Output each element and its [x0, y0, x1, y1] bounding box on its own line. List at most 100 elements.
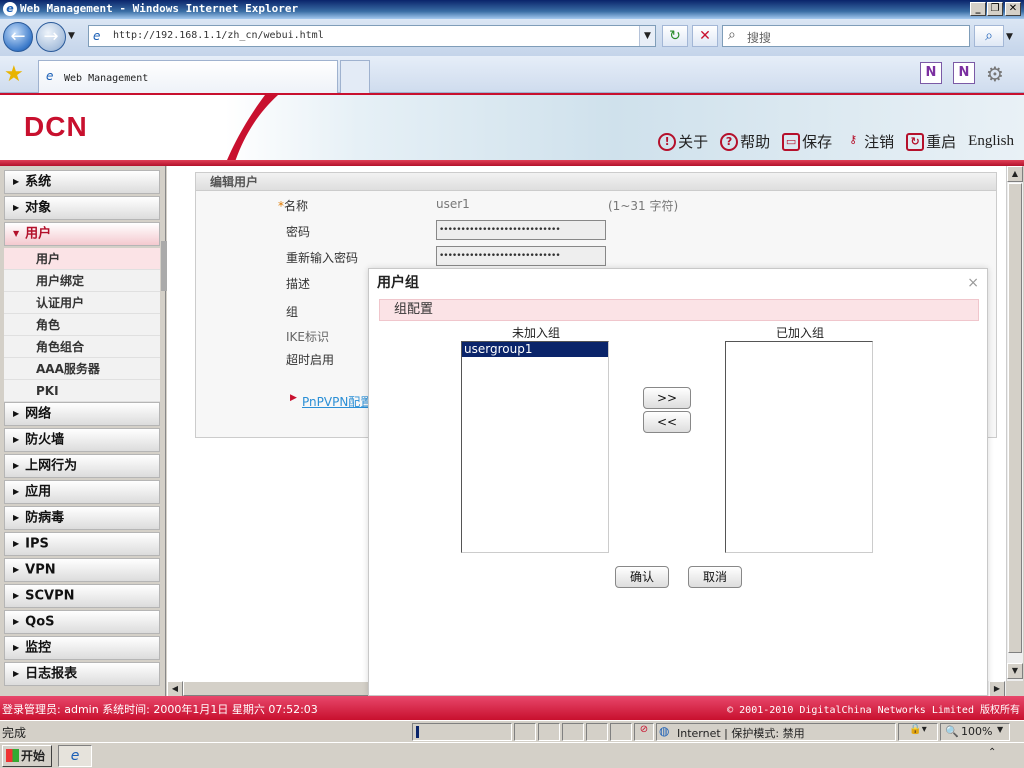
name-value[interactable]: user1 — [436, 197, 470, 211]
address-bar[interactable]: e http://192.168.1.1/zh_cn/webui.html ▼ — [88, 25, 656, 47]
tools-gear-icon[interactable]: ⚙ — [986, 62, 1004, 86]
zoom-control[interactable]: 🔍 100% ▼ — [940, 723, 1010, 741]
back-arrow-icon[interactable]: ← — [3, 22, 33, 52]
tab-web-management[interactable]: e Web Management — [38, 60, 338, 93]
copyright: © 2001-2010 DigitalChina Networks Limite… — [727, 705, 1020, 716]
tray-expand-icon[interactable]: ⌃ — [988, 747, 996, 758]
status-section — [514, 723, 536, 741]
magnifier-icon: ⌕ — [728, 27, 736, 43]
favorites-star-icon[interactable]: ★ — [4, 62, 24, 87]
minimize-button[interactable]: _ — [970, 2, 986, 16]
address-dropdown-icon[interactable]: ▼ — [639, 26, 655, 46]
zone-text: Internet | 保护模式: 禁用 — [677, 727, 805, 740]
scroll-thumb[interactable] — [1008, 183, 1022, 653]
caret-right-icon: ▶ — [13, 461, 20, 470]
name-label: *名称 — [278, 199, 309, 213]
joined-groups-header: 已加入组 — [775, 326, 824, 340]
forward-arrow-icon[interactable]: → — [36, 22, 66, 52]
progress-indicator — [416, 726, 419, 738]
start-button[interactable]: 开始 — [2, 745, 52, 767]
sidebar-sub-user-binding[interactable]: 用户绑定 — [4, 270, 160, 292]
sidebar-item-application[interactable]: ▶ 应用 — [4, 480, 160, 504]
sidebar-label: SCVPN — [25, 588, 75, 604]
sidebar-item-ips[interactable]: ▶ IPS — [4, 532, 160, 556]
sidebar-label: 上网行为 — [25, 458, 78, 474]
sidebar-label: QoS — [25, 614, 55, 630]
sidebar-sub-aaa-server[interactable]: AAA服务器 — [4, 358, 160, 380]
sidebar-sub-user[interactable]: 用户 — [4, 248, 160, 270]
status-section — [562, 723, 584, 741]
progress-section — [412, 723, 512, 741]
sidebar-item-log-report[interactable]: ▶ 日志报表 — [4, 662, 160, 686]
new-tab-button[interactable] — [340, 60, 370, 93]
page-header: DCN ! 关于 ? 帮助 ▭ 保存 ⚷ 注销 ↻ 重启 English — [0, 93, 1024, 165]
sidebar-label: IPS — [25, 536, 49, 552]
remove-group-button[interactable]: << — [643, 411, 691, 433]
history-dropdown-icon[interactable]: ▼ — [68, 31, 75, 41]
sidebar-item-network[interactable]: ▶ 网络 — [4, 402, 160, 426]
joined-groups-list[interactable] — [725, 341, 873, 553]
help-button[interactable]: ? 帮助 — [720, 131, 770, 152]
password-field[interactable]: •••••••••••••••••••••••••••• — [436, 220, 606, 240]
time-value: 2000年1月1日 星期六 07:52:03 — [153, 703, 318, 716]
stop-icon[interactable]: ✕ — [692, 25, 718, 47]
logout-label: 注销 — [864, 133, 895, 151]
login-user: admin — [64, 703, 99, 716]
sidebar-item-monitor[interactable]: ▶ 监控 — [4, 636, 160, 660]
close-window-button[interactable]: ✕ — [1005, 2, 1021, 16]
sidebar-sub-role[interactable]: 角色 — [4, 314, 160, 336]
unjoined-groups-list[interactable]: usergroup1 — [461, 341, 609, 553]
repassword-field[interactable]: •••••••••••••••••••••••••••• — [436, 246, 606, 266]
taskbar: 开始 e ⌃ — [0, 742, 1024, 768]
zoom-icon: 🔍 — [945, 725, 959, 738]
info-icon: ! — [658, 132, 677, 151]
status-section — [538, 723, 560, 741]
sidebar-item-internet-behavior[interactable]: ▶ 上网行为 — [4, 454, 160, 478]
sidebar-item-object[interactable]: ▶ 对象 — [4, 196, 160, 220]
onenote-send-icon[interactable]: N — [953, 62, 975, 84]
scroll-down-icon[interactable]: ▼ — [1007, 663, 1023, 679]
sidebar-sub-pki[interactable]: PKI — [4, 380, 160, 402]
save-label: 保存 — [802, 133, 833, 151]
vertical-scrollbar[interactable]: ▲ ▼ — [1006, 166, 1023, 681]
sidebar-item-firewall[interactable]: ▶ 防火墙 — [4, 428, 160, 452]
search-options-icon[interactable]: ▼ — [1006, 32, 1013, 42]
cancel-button[interactable]: 取消 — [688, 566, 742, 588]
scroll-up-icon[interactable]: ▲ — [1007, 166, 1023, 182]
security-lock-icon[interactable]: 🔒▾ — [898, 723, 938, 741]
scroll-right-icon[interactable]: ▶ — [989, 681, 1005, 697]
restart-button[interactable]: ↻ 重启 — [906, 131, 956, 152]
logout-button[interactable]: ⚷ 注销 — [844, 131, 894, 152]
sidebar-item-system[interactable]: ▶ 系统 — [4, 170, 160, 194]
sidebar-item-scvpn[interactable]: ▶ SCVPN — [4, 584, 160, 608]
list-item[interactable]: usergroup1 — [462, 342, 608, 357]
english-link[interactable]: English — [968, 131, 1014, 152]
refresh-icon[interactable]: ↻ — [662, 25, 688, 47]
about-button[interactable]: ! 关于 — [658, 131, 708, 152]
search-button[interactable]: ⌕ — [974, 25, 1004, 47]
status-section — [586, 723, 608, 741]
zone-section[interactable]: ◍ Internet | 保护模式: 禁用 — [656, 723, 896, 741]
sidebar-sub-auth-user[interactable]: 认证用户 — [4, 292, 160, 314]
scroll-left-icon[interactable]: ◀ — [167, 681, 183, 697]
sidebar-sub-role-combo[interactable]: 角色组合 — [4, 336, 160, 358]
window-title-bar[interactable]: e Web Management - Windows Internet Expl… — [0, 0, 1024, 19]
search-input[interactable]: ⌕ 搜搜 — [722, 25, 970, 47]
unjoined-groups-header: 未加入组 — [511, 326, 560, 340]
ie-taskbar-button[interactable]: e — [58, 745, 92, 767]
caret-right-icon: ▶ — [13, 539, 20, 548]
caret-right-icon: ▶ — [13, 591, 20, 600]
sidebar-item-antivirus[interactable]: ▶ 防病毒 — [4, 506, 160, 530]
sidebar-item-qos[interactable]: ▶ QoS — [4, 610, 160, 634]
pnpvpn-link[interactable]: PnPVPN配置 — [302, 393, 372, 410]
save-button[interactable]: ▭ 保存 — [782, 131, 832, 152]
close-icon[interactable]: × — [967, 275, 979, 291]
onenote-icon[interactable]: N — [920, 62, 942, 84]
add-group-button[interactable]: >> — [643, 387, 691, 409]
confirm-button[interactable]: 确认 — [615, 566, 669, 588]
sidebar-item-vpn[interactable]: ▶ VPN — [4, 558, 160, 582]
maximize-button[interactable]: ❐ — [987, 2, 1003, 16]
sidebar-item-user[interactable]: ▼ 用户 — [4, 222, 160, 246]
sidebar-label: 防病毒 — [25, 510, 65, 526]
blocked-icon[interactable]: ⊘ — [634, 723, 654, 741]
